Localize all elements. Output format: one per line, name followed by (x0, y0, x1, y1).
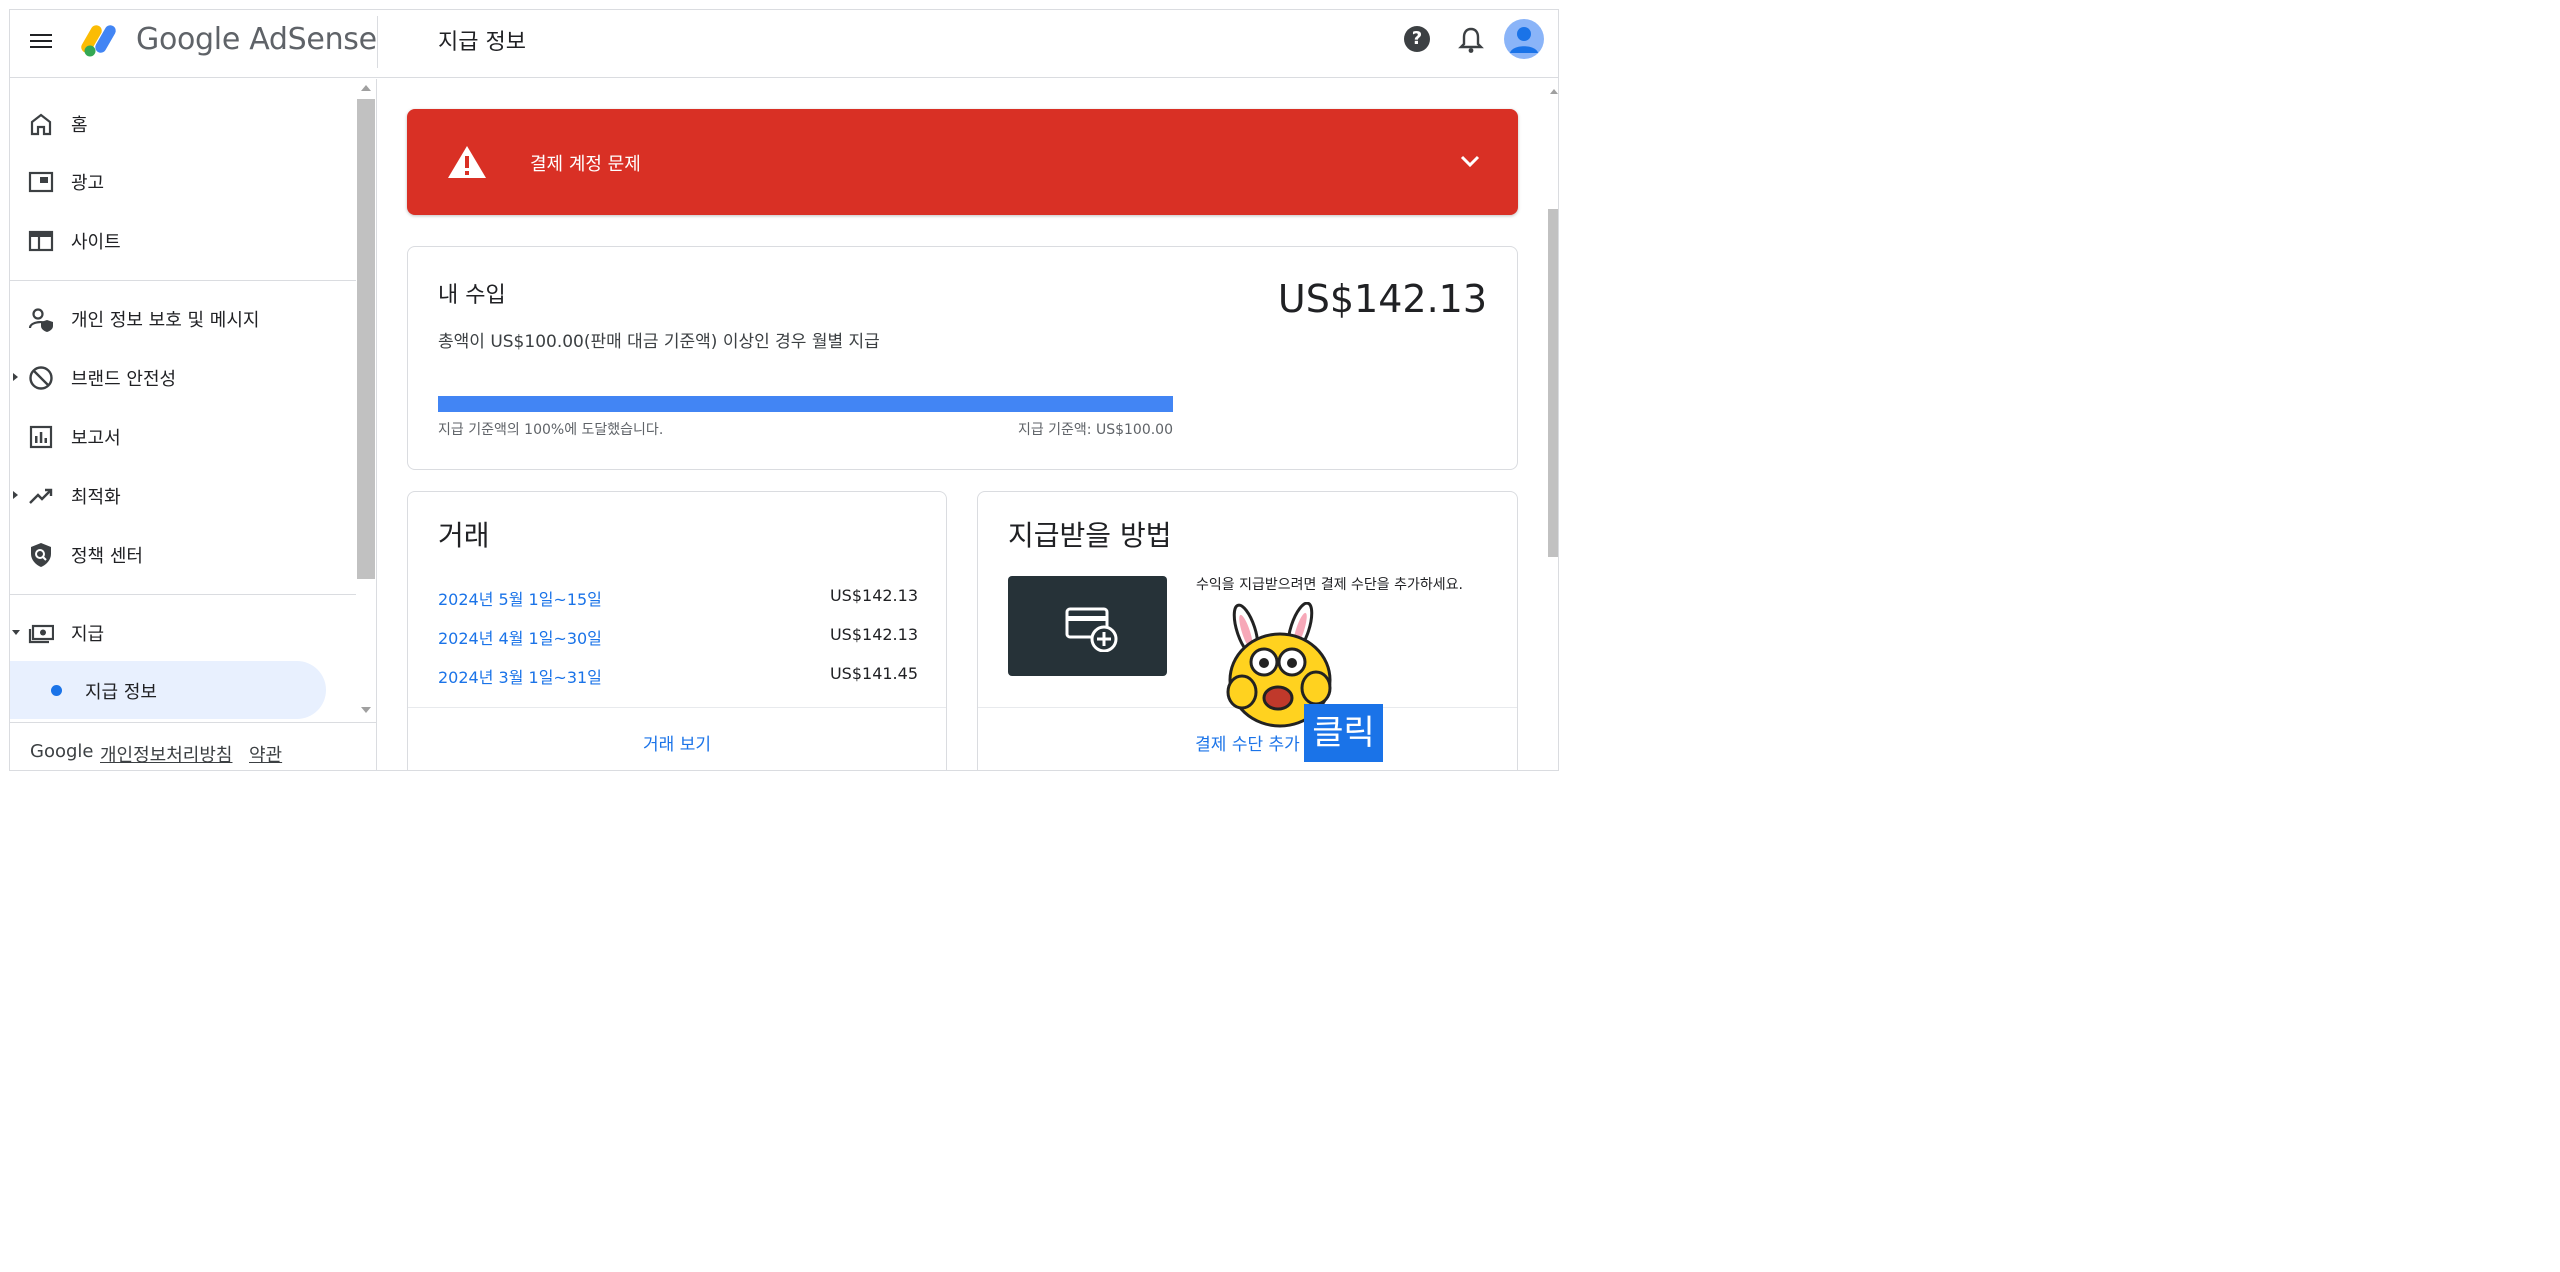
transaction-amount: US$142.13 (829, 625, 918, 644)
warning-icon (448, 146, 486, 178)
progress-status-text: 지급 기준액의 100%에 도달했습니다. (438, 422, 664, 438)
header-divider (377, 16, 378, 68)
transaction-row: 2024년 3월 1일~31일 US$141.45 (438, 664, 918, 694)
sidebar-item-privacy[interactable]: 개인 정보 보호 및 메시지 (10, 292, 356, 344)
progress-fill (438, 396, 1173, 412)
collapse-caret-icon[interactable] (12, 630, 20, 635)
add-card-icon (1065, 607, 1118, 652)
expand-caret-icon[interactable] (13, 491, 18, 499)
active-indicator-dot (51, 685, 62, 696)
transaction-row: 2024년 4월 1일~30일 US$142.13 (438, 625, 918, 655)
payment-threshold-progress (438, 396, 1173, 412)
trending-up-icon (29, 488, 53, 504)
sidebar-item-label: 브랜드 안전성 (71, 369, 177, 390)
payment-account-alert[interactable]: 결제 계정 문제 (407, 109, 1518, 215)
earnings-card: 내 수입 총액이 US$100.00(판매 대금 기준액) 이상인 경우 월별 … (407, 246, 1518, 470)
sidebar-item-label: 지급 (71, 624, 105, 645)
transaction-amount: US$142.13 (829, 586, 918, 605)
earnings-subtitle: 총액이 US$100.00(판매 대금 기준액) 이상인 경우 월별 지급 (438, 332, 880, 352)
sidebar-item-payments[interactable]: 지급 (10, 606, 356, 658)
brand-name: Google AdSense (136, 22, 377, 57)
scroll-up-arrow-icon[interactable] (1550, 89, 1558, 94)
payment-method-description: 수익을 지급받으려면 결제 수단을 추가하세요. (1196, 577, 1463, 593)
sidebar-item-label: 보고서 (71, 428, 121, 449)
account-avatar[interactable] (1504, 19, 1544, 59)
add-payment-tile[interactable] (1008, 576, 1167, 676)
sidebar-item-ads[interactable]: 광고 (10, 155, 356, 207)
transaction-row: 2024년 5월 1일~15일 US$142.13 (438, 586, 918, 616)
page-title: 지급 정보 (438, 30, 526, 55)
sidebar-item-label: 개인 정보 보호 및 메시지 (71, 310, 260, 331)
sidebar-item-policy-center[interactable]: 정책 센터 (10, 528, 356, 580)
nav-divider (10, 280, 356, 281)
main-content: 결제 계정 문제 내 수입 총액이 US$100.00(판매 대금 기준액) 이… (378, 79, 1558, 770)
transactions-title: 거래 (438, 519, 490, 552)
add-payment-method-link[interactable]: 결제 수단 추가 (978, 730, 1517, 755)
sidebar-item-label: 최적화 (71, 487, 121, 508)
transaction-period-link[interactable]: 2024년 4월 1일~30일 (438, 625, 602, 649)
sidebar-footer: Google 개인정보처리방침 약관 (10, 722, 376, 770)
sidebar-item-label: 정책 센터 (71, 546, 143, 567)
payments-icon (28, 624, 54, 644)
scroll-down-arrow-icon[interactable] (361, 707, 371, 713)
sidebar-item-home[interactable]: 홈 (10, 97, 356, 149)
sidebar-item-label: 광고 (71, 173, 105, 194)
sidebar-item-reports[interactable]: 보고서 (10, 410, 356, 462)
transaction-period-link[interactable]: 2024년 3월 1일~31일 (438, 664, 602, 688)
chevron-down-icon[interactable] (1459, 153, 1481, 169)
nav-divider (10, 594, 356, 595)
payment-method-title: 지급받을 방법 (1008, 519, 1172, 552)
sidebar-item-sites[interactable]: 사이트 (10, 214, 356, 266)
threshold-text: 지급 기준액: US$100.00 (1017, 422, 1173, 438)
top-app-bar: Google AdSense 지급 정보 ? (10, 10, 1558, 78)
earnings-title: 내 수입 (438, 283, 506, 308)
privacy-icon (28, 308, 53, 332)
block-icon (29, 366, 53, 390)
home-icon (30, 113, 52, 136)
menu-icon[interactable] (30, 30, 54, 54)
earnings-amount: US$142.13 (1277, 277, 1487, 321)
transactions-card: 거래 2024년 5월 1일~15일 US$142.13 2024년 4월 1일… (407, 491, 947, 770)
reports-icon (29, 425, 53, 449)
sidebar-item-label: 홈 (71, 115, 88, 136)
click-badge[interactable]: 클릭 (1304, 704, 1383, 762)
help-icon[interactable]: ? (1404, 26, 1430, 52)
sidebar-subitem-label: 지급 정보 (85, 682, 157, 703)
policy-icon (31, 543, 51, 567)
sidebar-scrollbar[interactable] (357, 99, 375, 579)
sidebar-item-brand-safety[interactable]: 브랜드 안전성 (10, 351, 356, 403)
transaction-period-link[interactable]: 2024년 5월 1일~15일 (438, 586, 602, 610)
view-transactions-link[interactable]: 거래 보기 (408, 730, 946, 755)
sidebar-nav: 홈 광고 사이트 개인 정보 보호 및 메시지 브랜드 안전성 보고서 최적화 (10, 79, 377, 770)
ads-icon (28, 171, 54, 193)
alert-text: 결제 계정 문제 (530, 154, 641, 175)
sites-icon (28, 230, 54, 252)
transaction-amount: US$141.45 (829, 664, 918, 683)
terms-link[interactable]: 약관 (249, 741, 282, 767)
google-wordmark: Google (30, 741, 94, 762)
notifications-icon[interactable] (1458, 26, 1484, 54)
privacy-policy-link[interactable]: 개인정보처리방침 (100, 741, 232, 767)
sidebar-item-optimization[interactable]: 최적화 (10, 469, 356, 521)
scroll-up-arrow-icon[interactable] (361, 85, 371, 91)
card-divider (408, 707, 946, 708)
sidebar-subitem-payment-info[interactable]: 지급 정보 (10, 661, 326, 719)
adsense-logo (81, 25, 116, 57)
main-scrollbar[interactable] (1548, 209, 1558, 557)
sidebar-item-label: 사이트 (71, 232, 121, 253)
expand-caret-icon[interactable] (13, 373, 18, 381)
